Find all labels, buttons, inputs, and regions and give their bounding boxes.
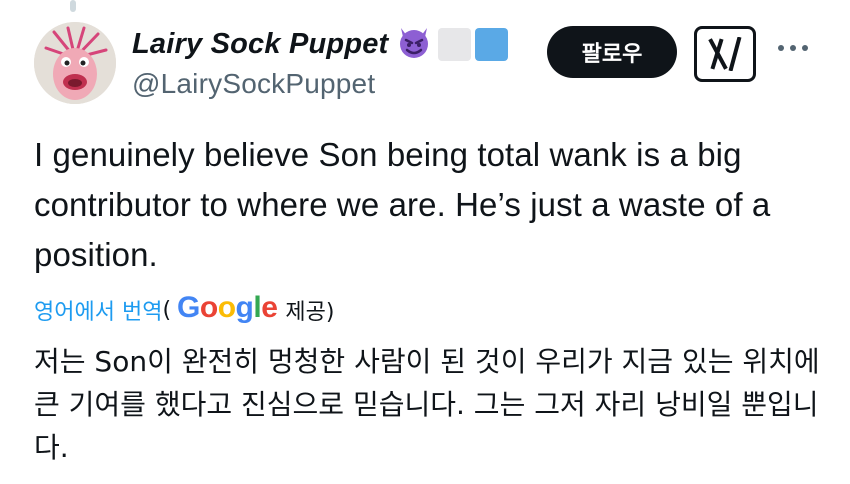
translated-text: 저는 Son이 완전히 멍청한 사람이 된 것이 우리가 지금 있는 위치에 큰… — [34, 345, 820, 464]
author-handle[interactable]: @LairySockPuppet — [132, 68, 508, 100]
author-names: Lairy Sock Puppet @LairySockPuppet — [132, 22, 509, 100]
google-logo: Google — [177, 291, 278, 324]
tweet-text: I genuinely believe Son being total wank… — [34, 136, 771, 273]
avatar[interactable] — [34, 22, 116, 104]
thread-connector — [70, 0, 76, 12]
translation-attribution: 영어에서 번역 ( Google 제공) — [34, 290, 334, 330]
blue-flag-emoji-icon — [475, 27, 509, 61]
grok-icon — [708, 37, 742, 71]
translated-from-link[interactable]: 영어에서 번역 — [34, 294, 162, 326]
open-paren: ( — [162, 297, 172, 323]
display-name-row: Lairy Sock Puppet — [132, 22, 509, 66]
follow-button[interactable]: 팔로우 — [547, 26, 677, 78]
provided-by-label: 제공) — [285, 300, 335, 325]
smiling-devil-emoji-icon — [396, 24, 432, 65]
avatar-image — [34, 22, 116, 104]
more-options-icon[interactable] — [778, 36, 818, 60]
grey-flag-emoji-icon — [438, 27, 472, 61]
display-name[interactable]: Lairy Sock Puppet — [132, 28, 388, 61]
tweet-header: Lairy Sock Puppet @LairySockPuppet 팔로우 — [34, 22, 830, 106]
grok-button[interactable] — [694, 26, 756, 82]
